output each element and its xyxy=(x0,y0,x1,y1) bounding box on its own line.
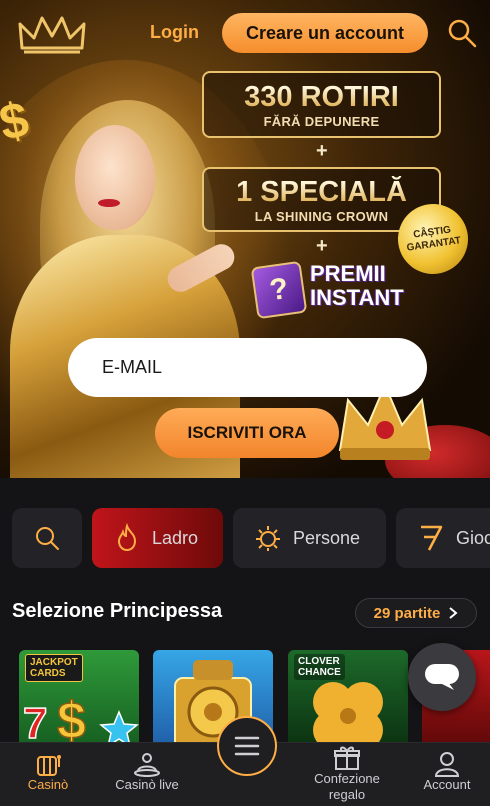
nav-label: Casinò xyxy=(27,777,69,792)
sun-badge-icon xyxy=(256,526,280,551)
hero-banner: $ 330 ROTIRI FĂRĂ DEPUNERE + 1 SPECIALĂ … xyxy=(0,0,490,478)
signup-button[interactable]: ISCRIVITI ORA xyxy=(155,408,339,458)
promo-spins-title: 330 ROTIRI xyxy=(244,80,399,113)
fire-icon xyxy=(117,523,137,552)
promo-special-title: 1 SPECIALĂ xyxy=(236,175,407,208)
category-chip-ladro[interactable]: Ladro xyxy=(92,508,223,568)
category-chip-giochi[interactable]: Gioc xyxy=(396,508,490,568)
game-artwork xyxy=(313,682,383,750)
gift-icon xyxy=(334,746,360,770)
category-label: Persone xyxy=(293,527,361,548)
casino-icon xyxy=(37,755,61,776)
nav-label: Confezione regalo xyxy=(314,771,380,802)
search-icon[interactable] xyxy=(447,18,477,48)
promo-spins-box: 330 ROTIRI FĂRĂ DEPUNERE xyxy=(202,71,441,138)
game-artwork: 7 $ xyxy=(22,691,139,750)
email-field[interactable] xyxy=(68,338,427,397)
hamburger-icon xyxy=(234,736,260,756)
game-title-line1: JACKPOT xyxy=(30,657,78,668)
game-tile[interactable]: JACKPOT CARDS 7 $ xyxy=(19,650,139,750)
category-chips: Ladro Persone Gioc xyxy=(12,508,490,568)
nav-casino[interactable]: Casinò xyxy=(20,751,76,792)
games-count-label: 29 partite xyxy=(373,604,441,622)
chevron-right-icon xyxy=(449,607,458,619)
login-link[interactable]: Login xyxy=(150,22,199,43)
mystery-box-icon: ? xyxy=(250,260,308,320)
crown-logo-icon[interactable] xyxy=(16,12,88,56)
premii-instant-label: PREMII INSTANT xyxy=(310,262,404,310)
seven-icon xyxy=(421,525,443,551)
model-lips xyxy=(98,199,120,207)
nav-live-casino[interactable]: Casinò live xyxy=(107,751,187,792)
svg-text:7: 7 xyxy=(23,699,47,748)
game-tile[interactable]: CLOVER CHANCE xyxy=(288,650,408,750)
chat-icon xyxy=(425,664,459,690)
view-all-games-button[interactable]: 29 partite xyxy=(355,598,477,628)
category-label: Gioc xyxy=(456,527,490,548)
promo-spins-subtitle: FĂRĂ DEPUNERE xyxy=(263,113,380,129)
premii-line2: INSTANT xyxy=(310,285,404,310)
user-icon xyxy=(434,752,460,777)
chat-support-button[interactable] xyxy=(408,643,476,711)
premii-instant-promo: ? PREMII INSTANT xyxy=(250,258,414,320)
category-search-chip[interactable] xyxy=(12,508,82,568)
promo-plus: + xyxy=(316,235,328,257)
premii-line1: PREMII xyxy=(310,261,386,286)
nav-label: Account xyxy=(423,777,471,792)
model-face xyxy=(75,125,155,230)
create-account-button[interactable]: Creare un account xyxy=(222,13,428,53)
section-title: Selezione Principessa xyxy=(12,600,223,622)
game-title-line1: CLOVER xyxy=(298,656,340,667)
search-icon xyxy=(36,527,59,550)
top-header: Login Creare un account xyxy=(0,0,490,66)
nav-gift-box[interactable]: Confezione regalo xyxy=(300,745,394,803)
bottom-nav: Casinò Casinò live Confezione regalo Acc… xyxy=(0,716,490,806)
promo-plus: + xyxy=(316,140,328,162)
promo-special-subtitle: LA SHINING CROWN xyxy=(254,208,389,224)
app-root: $ 330 ROTIRI FĂRĂ DEPUNERE + 1 SPECIALĂ … xyxy=(0,0,490,806)
nav-account[interactable]: Account xyxy=(415,751,479,792)
live-dealer-icon xyxy=(134,753,160,777)
menu-button[interactable] xyxy=(217,716,277,776)
nav-label: Casinò live xyxy=(115,777,179,792)
category-chip-persone[interactable]: Persone xyxy=(233,508,386,568)
category-label: Ladro xyxy=(152,527,199,548)
